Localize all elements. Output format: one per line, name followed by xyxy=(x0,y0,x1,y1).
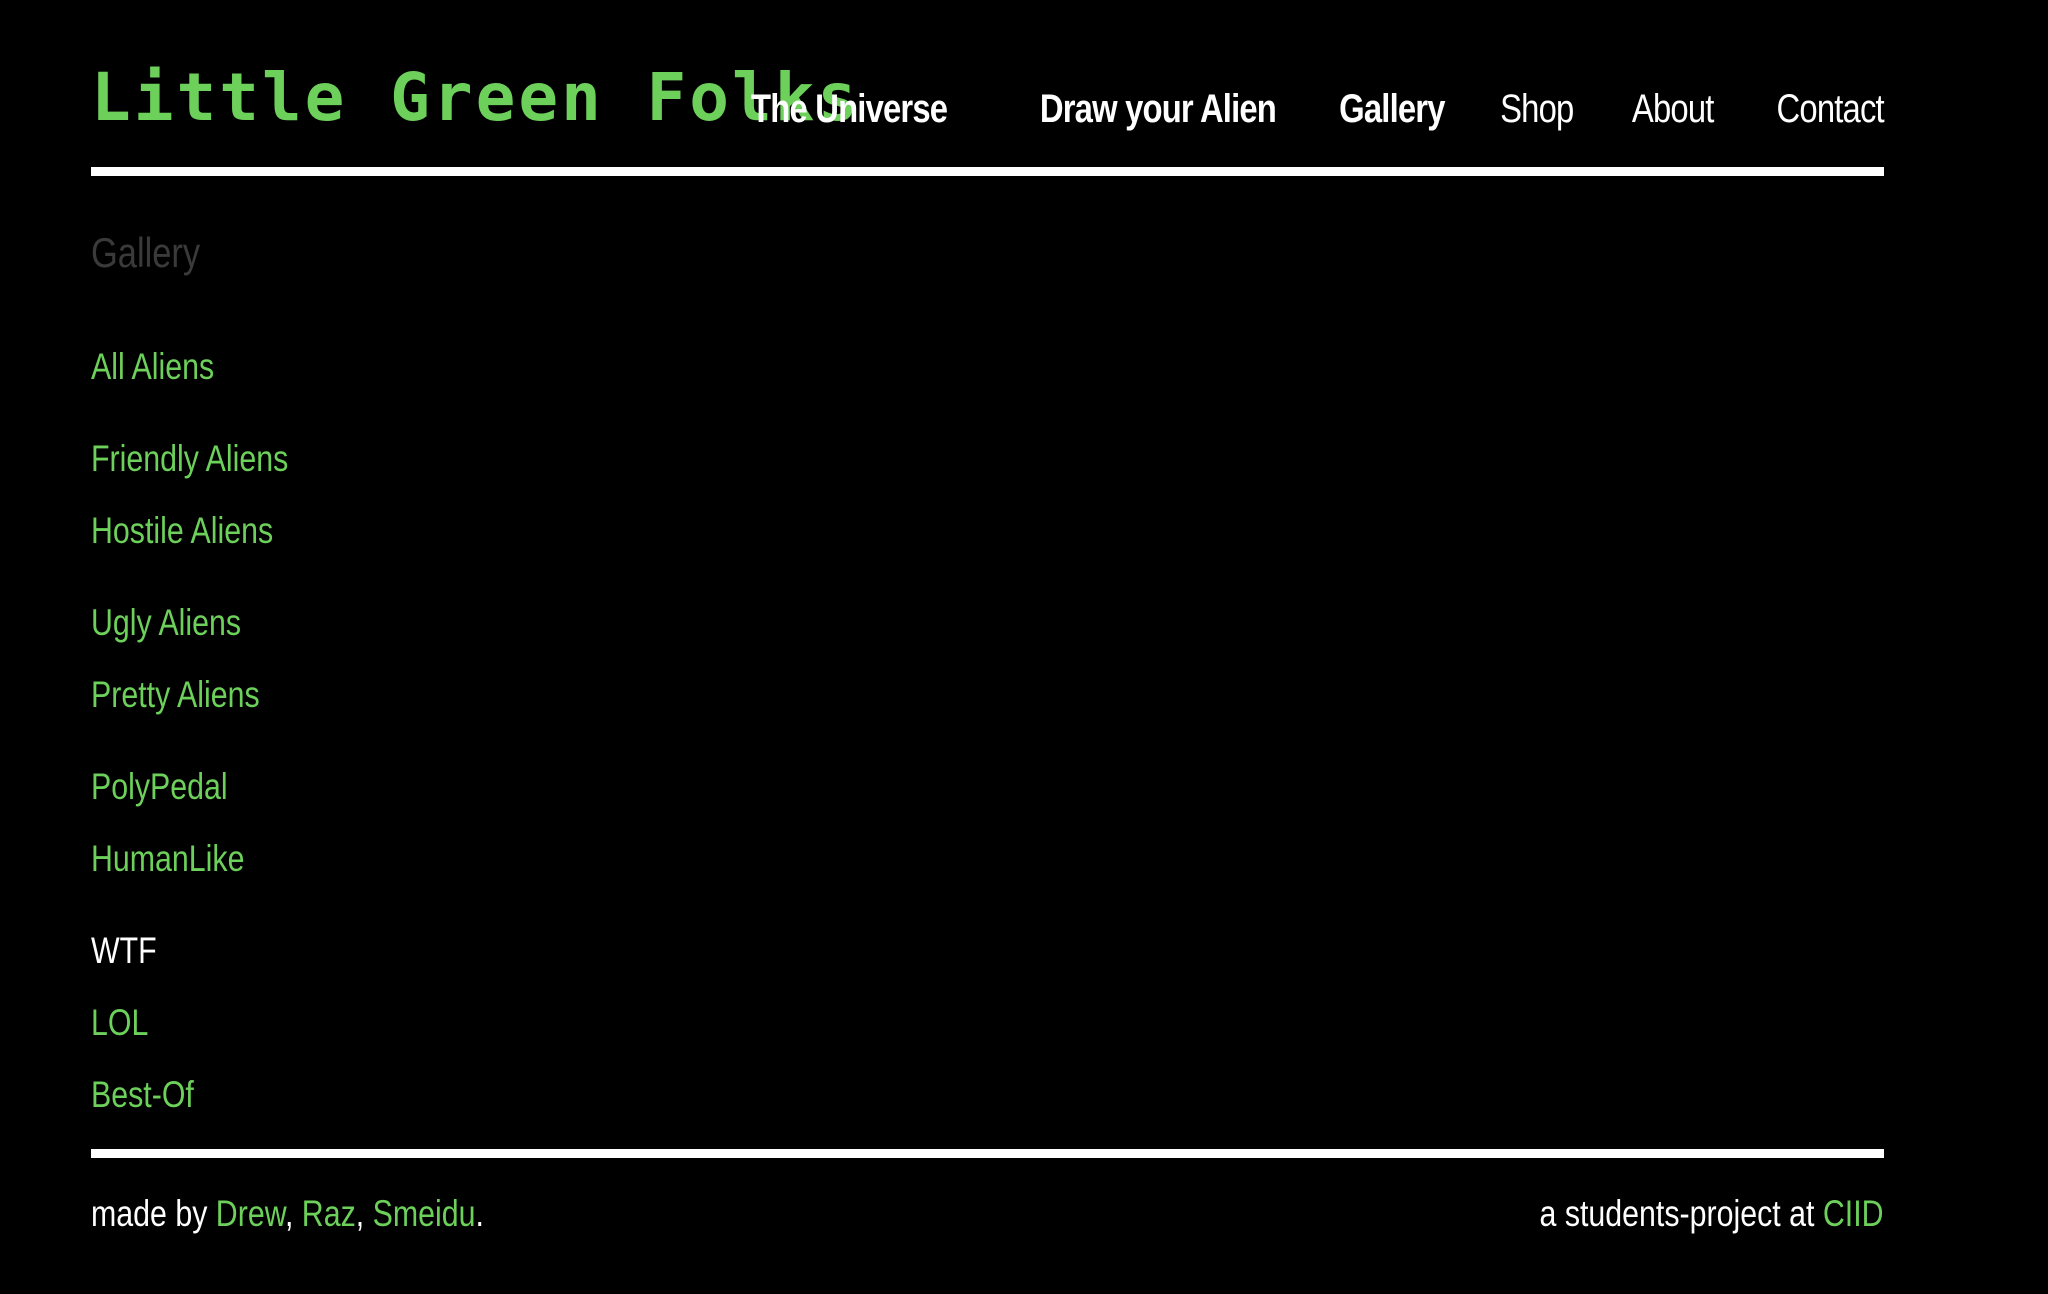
page-title: Gallery xyxy=(91,229,201,276)
footer-project: a students-project at CIID xyxy=(1540,1190,1884,1238)
author-link-smeidu[interactable]: Smeidu xyxy=(373,1193,476,1234)
gallery-item-lol[interactable]: LOL xyxy=(91,999,148,1047)
gallery-item-hostile-aliens[interactable]: Hostile Aliens xyxy=(91,507,273,555)
nav-draw-your-alien[interactable]: Draw your Alien xyxy=(1039,82,1276,136)
gallery-item-best-of[interactable]: Best-Of xyxy=(91,1071,194,1119)
author-separator: , xyxy=(284,1193,302,1234)
gallery-item-ugly-aliens[interactable]: Ugly Aliens xyxy=(91,599,241,647)
header-divider xyxy=(91,167,1884,176)
page: Little Green Folks The Universe Draw you… xyxy=(91,0,1885,1294)
nav-the-universe[interactable]: The Universe xyxy=(751,82,948,136)
project-label: a students-project at xyxy=(1539,1193,1824,1234)
footer-divider xyxy=(91,1149,1884,1158)
nav-gallery[interactable]: Gallery xyxy=(1339,82,1445,136)
author-link-drew[interactable]: Drew xyxy=(216,1193,285,1234)
institution-link-ciid[interactable]: CIID xyxy=(1823,1193,1884,1234)
author-link-raz[interactable]: Raz xyxy=(302,1193,356,1234)
gallery-item-pretty-aliens[interactable]: Pretty Aliens xyxy=(91,671,260,719)
nav-contact[interactable]: Contact xyxy=(1777,82,1885,136)
nav-about[interactable]: About xyxy=(1632,82,1714,136)
gallery-item-all-aliens[interactable]: All Aliens xyxy=(91,343,214,391)
gallery-item-polypedal[interactable]: PolyPedal xyxy=(91,763,228,811)
made-by-label: made by xyxy=(91,1193,216,1234)
main-nav: The Universe Draw your Alien Gallery Sho… xyxy=(708,82,1884,136)
gallery-item-friendly-aliens[interactable]: Friendly Aliens xyxy=(91,435,288,483)
author-separator: , xyxy=(355,1193,373,1234)
credits-end: . xyxy=(475,1193,484,1234)
gallery-item-wtf[interactable]: WTF xyxy=(91,927,157,975)
nav-shop[interactable]: Shop xyxy=(1500,82,1574,136)
gallery-item-humanlike[interactable]: HumanLike xyxy=(91,835,244,883)
footer-credits: made by Drew, Raz, Smeidu. xyxy=(91,1190,484,1238)
